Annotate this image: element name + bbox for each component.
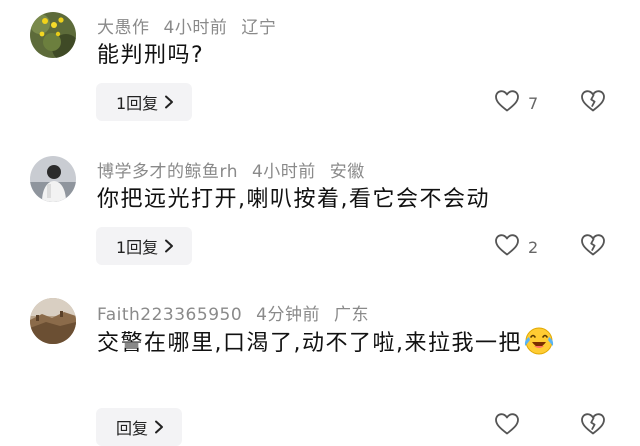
- like-button[interactable]: 2: [494, 233, 538, 261]
- heart-outline-icon: [494, 89, 520, 117]
- broken-heart-icon: [580, 413, 606, 440]
- timestamp: 4分钟前: [256, 305, 320, 325]
- location: 安徽: [329, 162, 365, 182]
- like-count: 7: [528, 93, 539, 113]
- location: 广东: [333, 305, 369, 325]
- comment-text-content: 交警在哪里,口渴了,动不了啦,来拉我一把: [97, 331, 522, 356]
- avatar[interactable]: [30, 298, 76, 344]
- comment-text: 你把远光打开,喇叭按着,看它会不会动: [97, 187, 490, 212]
- chevron-right-icon: [154, 420, 164, 434]
- location: 辽宁: [241, 18, 277, 38]
- dislike-button[interactable]: [580, 233, 606, 261]
- dislike-button[interactable]: [580, 89, 606, 117]
- like-button[interactable]: [494, 412, 528, 440]
- comment-meta: Faith223365950 4分钟前 广东: [97, 300, 383, 325]
- username[interactable]: Faith223365950: [97, 305, 242, 325]
- reply-button[interactable]: 1回复: [96, 83, 193, 121]
- comment-meta: 博学多才的鲸鱼rh 4小时前 安徽: [97, 157, 379, 182]
- timestamp: 4小时前: [251, 162, 316, 182]
- username[interactable]: 大愚作: [97, 18, 150, 38]
- timestamp: 4小时前: [163, 18, 228, 38]
- comment-text: 能判刑吗?: [97, 43, 205, 68]
- like-count: 2: [528, 237, 539, 257]
- chevron-right-icon: [164, 239, 174, 253]
- avatar[interactable]: [30, 12, 76, 58]
- dislike-button[interactable]: [580, 412, 606, 440]
- like-button[interactable]: 7: [494, 89, 538, 117]
- laughing-crying-emoji-icon: [522, 326, 556, 366]
- avatar[interactable]: [30, 156, 76, 202]
- heart-outline-icon: [494, 412, 520, 440]
- chevron-right-icon: [164, 95, 174, 109]
- heart-outline-icon: [494, 233, 520, 261]
- username[interactable]: 博学多才的鲸鱼rh: [97, 162, 238, 182]
- reply-label: 1回复: [116, 94, 159, 113]
- reply-label: 回复: [116, 419, 149, 438]
- comment-meta: 大愚作 4小时前 辽宁: [97, 13, 290, 38]
- reply-label: 1回复: [116, 238, 159, 257]
- reply-button[interactable]: 回复: [96, 408, 183, 446]
- broken-heart-icon: [580, 234, 606, 261]
- broken-heart-icon: [580, 90, 606, 117]
- reply-button[interactable]: 1回复: [96, 227, 193, 265]
- comment-text: 交警在哪里,口渴了,动不了啦,来拉我一把: [97, 326, 607, 366]
